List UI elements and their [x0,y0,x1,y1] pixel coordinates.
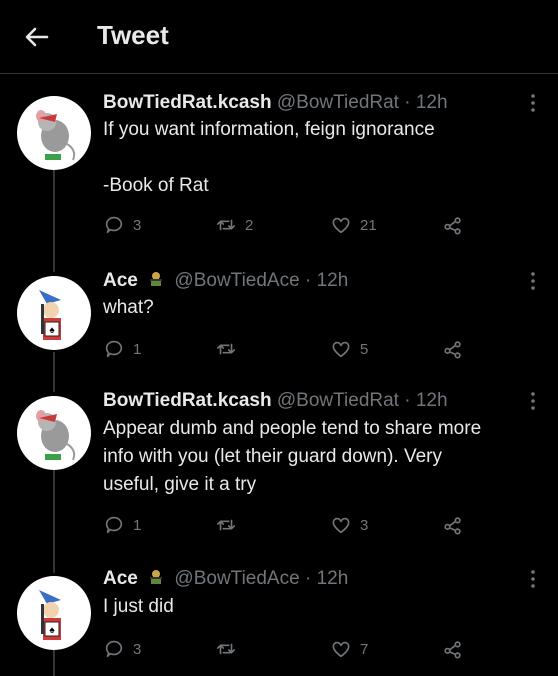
more-icon[interactable] [528,270,538,292]
reply-button[interactable]: 1 [103,336,141,362]
retweet-button[interactable] [215,512,245,538]
thread-connector [53,650,55,676]
retweet-button[interactable] [215,336,245,362]
handle[interactable]: @BowTiedAce [174,270,299,291]
reply-icon [105,216,123,234]
like-count: 21 [360,216,377,234]
avatar-ace[interactable]: ♠ [17,276,91,350]
display-name[interactable]: BowTiedRat.kcash [103,390,272,411]
tweet-meta: Ace @BowTiedAce · 12h [103,568,348,590]
like-count: 7 [360,640,369,658]
like-count: 5 [360,340,369,358]
ace-badge-icon [147,270,165,288]
timestamp[interactable]: 12h [317,270,349,291]
tweet-text: If you want information, feign ignorance… [103,116,543,200]
tweet-line: If you want information, feign ignorance [103,119,435,140]
share-button[interactable] [442,636,472,662]
reply-icon [105,516,123,534]
tweet-meta: Ace @BowTiedAce · 12h [103,270,348,292]
reply-icon [105,340,123,358]
display-name[interactable]: Ace [103,568,138,589]
heart-icon [332,517,350,534]
heart-icon [332,341,350,358]
reply-count: 3 [133,216,142,234]
timestamp[interactable]: 12h [317,568,349,589]
timestamp[interactable]: 12h [416,92,448,113]
retweet-icon [216,343,236,355]
ace-badge-icon [147,568,165,586]
separator: · [304,270,312,291]
tweet-text: I just did [103,593,543,621]
back-arrow-icon[interactable] [22,22,52,52]
heart-icon [332,217,350,234]
separator: · [304,568,312,589]
like-button[interactable]: 3 [330,512,368,538]
like-button[interactable]: 5 [330,336,368,362]
thread-connector [53,352,55,392]
tweet-line [103,144,543,172]
display-name[interactable]: BowTiedRat.kcash [103,92,272,113]
tweet-line: I just did [103,596,174,617]
handle[interactable]: @BowTiedRat [277,390,399,411]
more-icon[interactable] [528,390,538,412]
tweet-line: -Book of Rat [103,175,209,196]
thread-connector [53,170,55,272]
heart-icon [332,641,350,658]
share-icon [444,341,461,359]
retweet-button[interactable]: 2 [215,212,253,238]
tweet-line: info with you (let their guard down). Ve… [103,446,443,467]
tweet-meta: BowTiedRat.kcash @BowTiedRat · 12h [103,390,448,412]
avatar-ace[interactable]: ♠ [17,576,91,650]
like-button[interactable]: 21 [330,212,377,238]
tweet-text: what? [103,294,543,322]
reply-button[interactable]: 3 [103,636,141,662]
reply-button[interactable]: 3 [103,212,141,238]
tweet-text: Appear dumb and people tend to share mor… [103,415,543,499]
retweet-icon [216,219,236,231]
handle[interactable]: @BowTiedAce [174,568,299,589]
reply-button[interactable]: 1 [103,512,141,538]
separator: · [404,390,411,411]
avatar-rat[interactable] [17,96,91,170]
top-bar: Tweet [0,0,558,74]
avatar-rat[interactable] [17,396,91,470]
share-icon [444,517,461,535]
share-button[interactable] [442,336,472,362]
reply-count: 3 [133,640,142,658]
more-icon[interactable] [528,92,538,114]
tweet-line: Appear dumb and people tend to share mor… [103,418,482,439]
timestamp[interactable]: 12h [416,390,448,411]
tweet-line: what? [103,297,154,318]
more-icon[interactable] [528,568,538,590]
reply-icon [105,640,123,658]
share-button[interactable] [442,512,472,538]
svg-text:♠: ♠ [49,325,55,336]
separator: · [404,92,411,113]
retweet-icon [216,643,236,655]
reply-count: 1 [133,340,142,358]
like-button[interactable]: 7 [330,636,368,662]
handle[interactable]: @BowTiedRat [277,92,399,113]
share-button[interactable] [442,212,472,238]
retweet-icon [216,519,236,531]
retweet-button[interactable] [215,636,245,662]
page-title: Tweet [97,20,169,50]
retweet-count: 2 [245,216,254,234]
share-icon [444,641,461,659]
thread-connector [53,470,55,573]
share-icon [444,217,461,235]
svg-text:♠: ♠ [49,625,55,636]
tweet-line: useful, give it a try [103,474,257,495]
like-count: 3 [360,516,369,534]
display-name[interactable]: Ace [103,270,138,291]
tweet-meta: BowTiedRat.kcash @BowTiedRat · 12h [103,92,448,114]
reply-count: 1 [133,516,142,534]
